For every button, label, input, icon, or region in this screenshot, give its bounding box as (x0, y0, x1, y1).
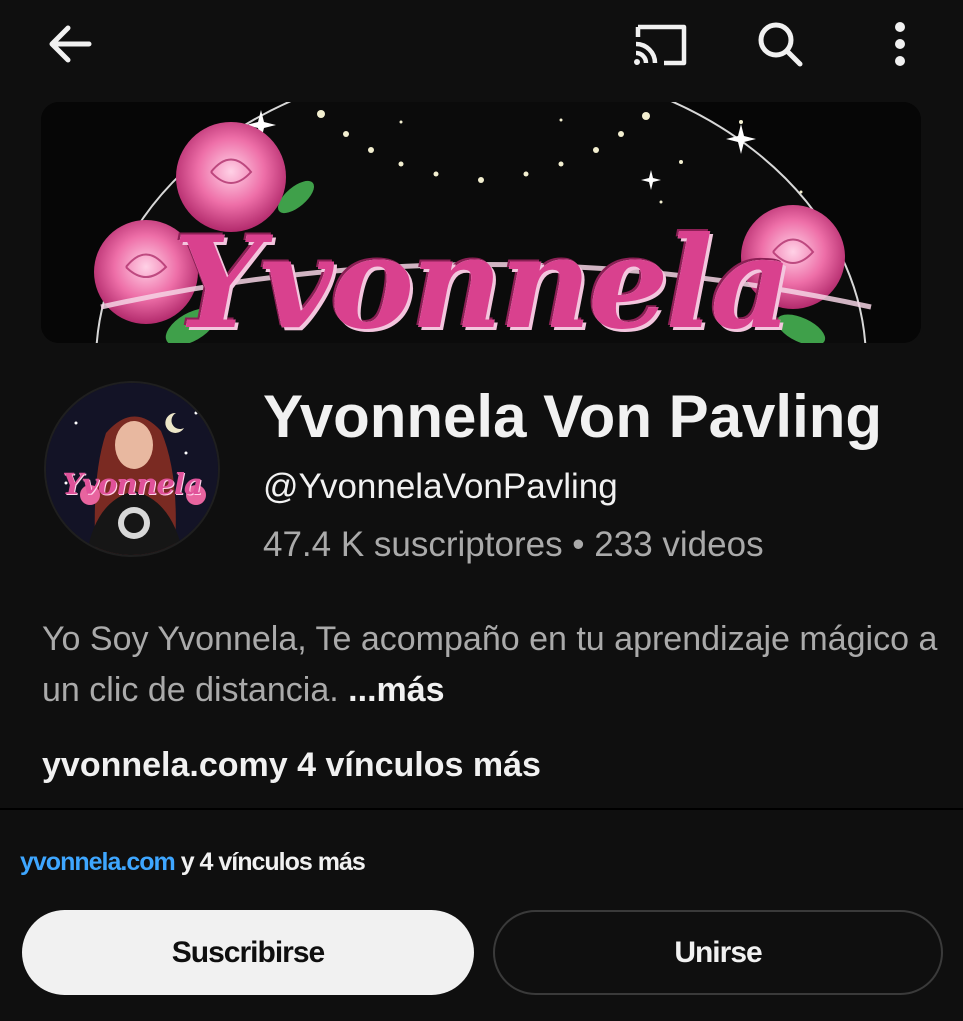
channel-links-more: y 4 vínculos más (268, 746, 541, 784)
avatar-logo-text: Yvonnela (62, 467, 202, 501)
cast-icon (634, 24, 687, 66)
join-button[interactable]: Unirse (493, 910, 943, 995)
banner-title: Yvonnela (172, 209, 792, 343)
search-button[interactable] (748, 12, 812, 76)
search-icon (758, 22, 803, 67)
top-app-bar (0, 0, 963, 86)
back-arrow-icon (49, 25, 92, 63)
channel-links-compact[interactable]: yvonnela.com y 4 vínculos más (20, 848, 366, 877)
back-button[interactable] (38, 12, 102, 76)
compact-links-more: y 4 vínculos más (180, 848, 366, 876)
channel-banner: Yvonnela (41, 102, 921, 343)
channel-avatar[interactable]: Yvonnela (44, 381, 220, 557)
compact-link-url[interactable]: yvonnela.com (20, 848, 176, 876)
description-text: Yo Soy Yvonnela, Te acompaño en tu apren… (42, 620, 938, 709)
channel-link-url[interactable]: yvonnela.com (42, 746, 269, 784)
more-options-button[interactable] (868, 12, 932, 76)
channel-description[interactable]: Yo Soy Yvonnela, Te acompaño en tu apren… (42, 614, 942, 716)
channel-stats: 47.4 K suscriptores • 233 videos (263, 525, 764, 564)
subscribe-button[interactable]: Suscribirse (22, 910, 474, 995)
channel-handle: @YvonnelaVonPavling (263, 467, 618, 506)
cast-button[interactable] (628, 12, 692, 76)
channel-name: Yvonnela Von Pavling (263, 383, 883, 450)
more-vert-icon (895, 22, 905, 66)
channel-links[interactable]: yvonnela.comy 4 vínculos más (42, 746, 541, 785)
description-more-link[interactable]: ...más (348, 671, 444, 709)
